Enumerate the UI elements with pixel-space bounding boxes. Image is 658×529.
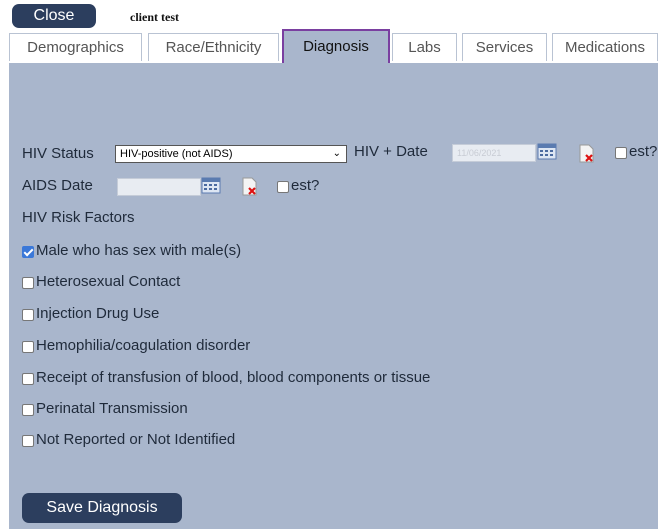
- calendar-icon[interactable]: [537, 142, 557, 160]
- risk-factor-checkbox[interactable]: [22, 435, 34, 447]
- risk-factor-checkbox[interactable]: [22, 373, 34, 385]
- hiv-risk-factors-label: HIV Risk Factors: [22, 209, 135, 226]
- risk-factor-checkbox[interactable]: [22, 309, 34, 321]
- close-button[interactable]: Close: [12, 4, 96, 28]
- tab-diagnosis[interactable]: Diagnosis: [282, 29, 390, 65]
- client-name: client test: [130, 10, 179, 24]
- hiv-status-label: HIV Status: [22, 145, 94, 162]
- tab-bar: Demographics Race/Ethnicity Diagnosis La…: [9, 29, 658, 65]
- risk-factor-checkbox[interactable]: [22, 404, 34, 416]
- diagnosis-panel: HIV Status HIV-positive (not AIDS) ⌄ HIV…: [9, 63, 658, 529]
- tab-demographics[interactable]: Demographics: [9, 33, 142, 61]
- risk-factor-label: Receipt of transfusion of blood, blood c…: [36, 369, 431, 386]
- hiv-date-est-label: est?: [629, 143, 658, 160]
- risk-factor-label: Hemophilia/coagulation disorder: [36, 337, 251, 354]
- risk-factor-label: Male who has sex with male(s): [36, 242, 242, 259]
- hiv-date-label: HIV + Date: [354, 143, 428, 160]
- risk-factor-label: Perinatal Transmission: [36, 400, 188, 417]
- tab-labs[interactable]: Labs: [392, 33, 457, 61]
- tab-race-ethnicity[interactable]: Race/Ethnicity: [148, 33, 279, 61]
- clear-date-icon[interactable]: [577, 144, 597, 164]
- risk-factor-checkbox[interactable]: [22, 246, 34, 258]
- calendar-icon[interactable]: [201, 176, 221, 194]
- save-diagnosis-button[interactable]: Save Diagnosis: [22, 493, 182, 523]
- risk-factor-label: Injection Drug Use: [36, 305, 160, 322]
- chevron-down-icon: ⌄: [332, 148, 341, 159]
- aids-date-label: AIDS Date: [22, 177, 93, 194]
- hiv-status-select[interactable]: HIV-positive (not AIDS) ⌄: [115, 145, 347, 163]
- tab-services[interactable]: Services: [462, 33, 547, 61]
- risk-factor-label: Not Reported or Not Identified: [36, 431, 236, 448]
- hiv-date-est-checkbox[interactable]: [615, 147, 627, 159]
- tab-medications[interactable]: Medications: [552, 33, 658, 61]
- hiv-date-input[interactable]: 11/06/2021: [452, 144, 536, 162]
- risk-factor-label: Heterosexual Contact: [36, 273, 181, 290]
- risk-factor-checkbox[interactable]: [22, 277, 34, 289]
- clear-date-icon[interactable]: [240, 177, 260, 197]
- aids-date-est-checkbox[interactable]: [277, 181, 289, 193]
- aids-date-est-label: est?: [291, 177, 320, 194]
- aids-date-input[interactable]: [117, 178, 201, 196]
- hiv-status-value: HIV-positive (not AIDS): [120, 148, 233, 160]
- risk-factor-checkbox[interactable]: [22, 341, 34, 353]
